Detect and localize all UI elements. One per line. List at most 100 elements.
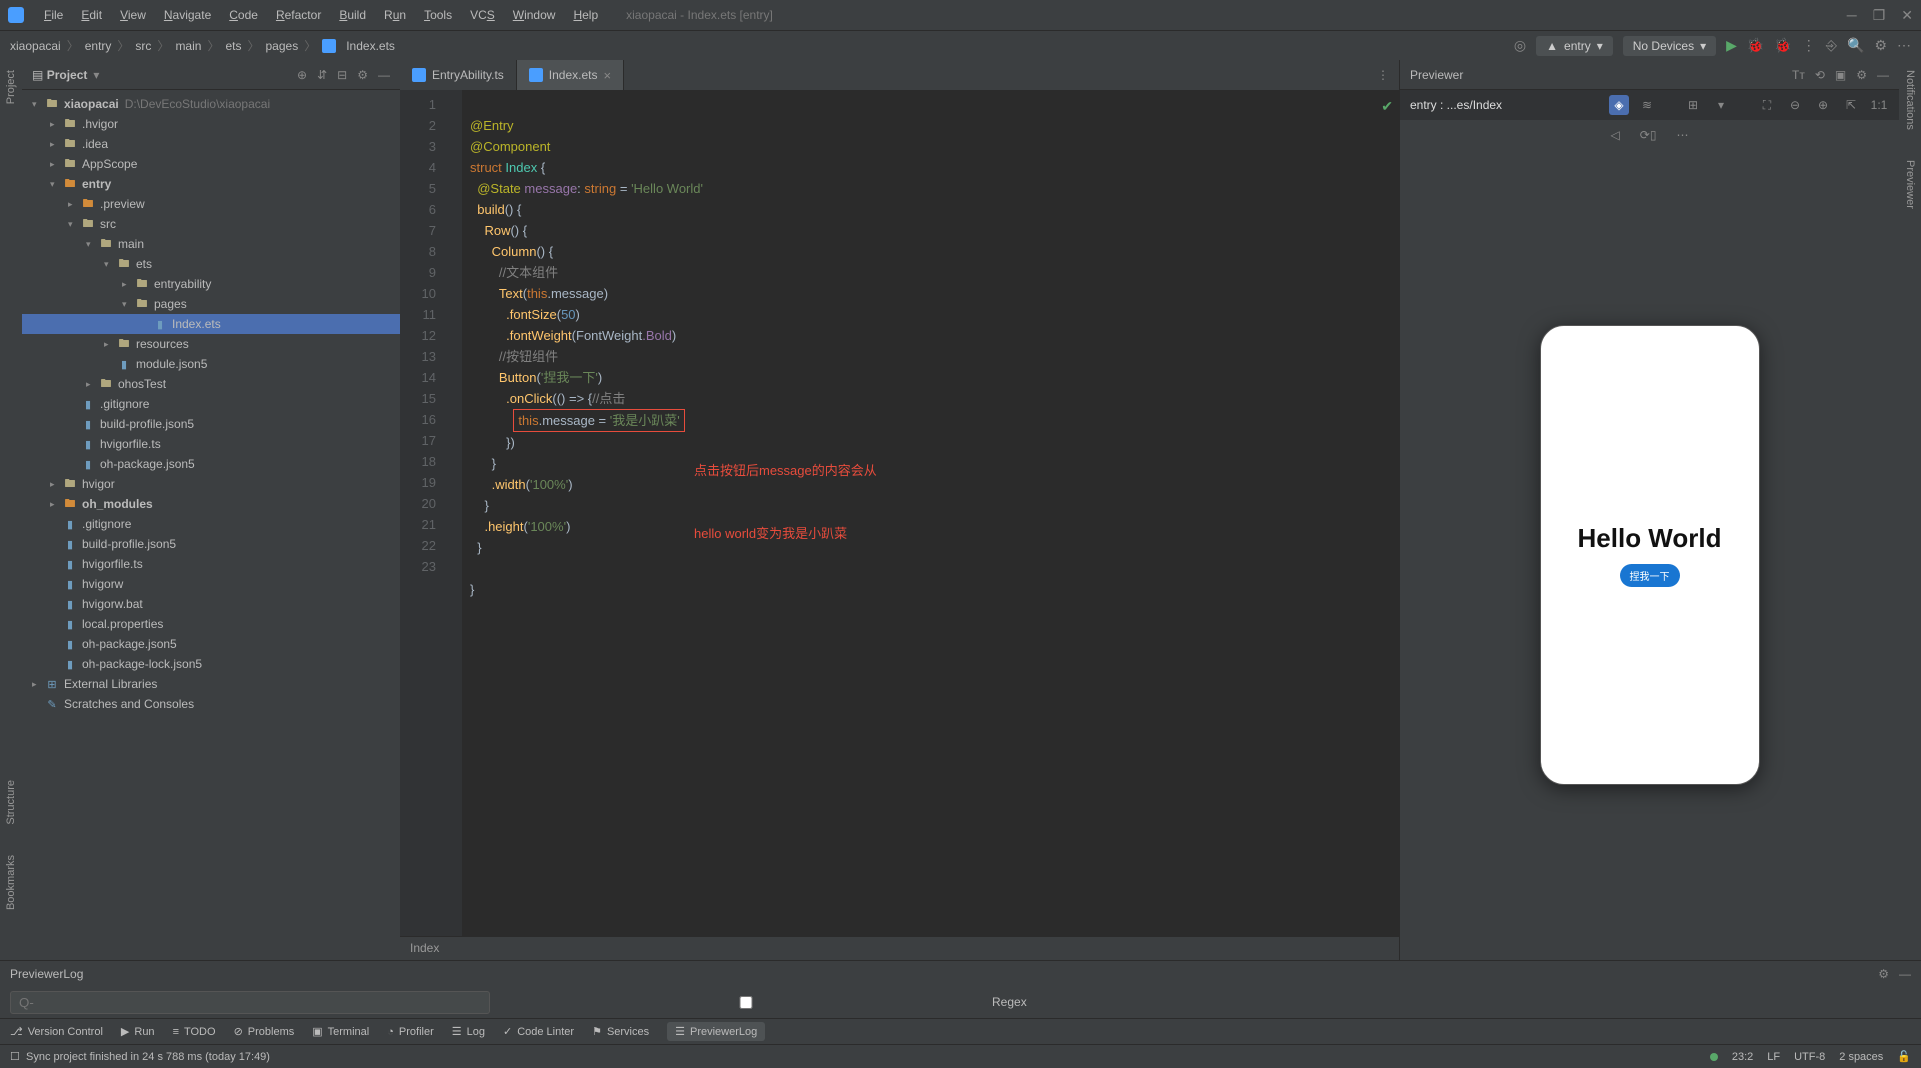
inspector-icon[interactable]: ◈ — [1609, 95, 1629, 115]
prev-icon[interactable]: ◁ — [1611, 128, 1620, 142]
menu-tools[interactable]: Tools — [416, 4, 460, 26]
right-strip-previewer[interactable]: Previewer — [1904, 160, 1916, 209]
tree-row[interactable]: ▸🖿resources — [22, 334, 400, 354]
run-icon[interactable]: ▶ — [1726, 37, 1737, 54]
menu-code[interactable]: Code — [221, 4, 266, 26]
status-lf[interactable]: LF — [1767, 1051, 1780, 1063]
tabs-more-icon[interactable]: ⋮ — [1367, 60, 1399, 90]
hide-icon[interactable]: — — [1899, 967, 1911, 981]
actual-icon[interactable]: 1:1 — [1869, 95, 1889, 115]
bb-problems[interactable]: ⊘ Problems — [234, 1025, 295, 1038]
menu-build[interactable]: Build — [331, 4, 374, 26]
tree-row[interactable]: ▸🖿.preview — [22, 194, 400, 214]
bb-profiler[interactable]: ◔ Profiler — [387, 1026, 434, 1038]
menu-navigate[interactable]: Navigate — [156, 4, 219, 26]
collapse-icon[interactable]: ⊟ — [337, 68, 347, 82]
tree-row[interactable]: ▸🖿AppScope — [22, 154, 400, 174]
bb-vcs[interactable]: ⎇ Version Control — [10, 1025, 103, 1038]
run-config-dropdown[interactable]: ▲ entry ▾ — [1536, 36, 1613, 56]
layers-icon[interactable]: ≋ — [1637, 95, 1657, 115]
bb-codelinter[interactable]: ✓ Code Linter — [503, 1025, 574, 1038]
tree-row[interactable]: ▮module.json5 — [22, 354, 400, 374]
select-opened-icon[interactable]: ⊕ — [297, 68, 307, 82]
crumb[interactable]: src — [135, 39, 151, 53]
menu-file[interactable]: File — [36, 4, 71, 26]
tree-row[interactable]: ▮local.properties — [22, 614, 400, 634]
search-icon[interactable]: 🔍 — [1847, 37, 1864, 54]
device-dropdown[interactable]: No Devices ▾ — [1623, 36, 1716, 56]
crumb[interactable]: ets — [225, 39, 241, 53]
menu-view[interactable]: View — [112, 4, 154, 26]
tree-row[interactable]: ▸🖿ohosTest — [22, 374, 400, 394]
more-icon[interactable]: ⋯ — [1897, 37, 1911, 54]
bb-previewerlog[interactable]: ☰ PreviewerLog — [667, 1022, 765, 1041]
update-icon[interactable]: ⎆ — [1826, 37, 1837, 54]
bb-run[interactable]: ▶ Run — [121, 1025, 155, 1038]
tab-entryability[interactable]: EntryAbility.ts — [400, 60, 517, 90]
grid-icon[interactable]: ⊞ — [1683, 95, 1703, 115]
crumb[interactable]: Index.ets — [346, 39, 395, 53]
code-content[interactable]: @Entry @Component struct Index { @State … — [462, 90, 1399, 936]
menu-refactor[interactable]: Refactor — [268, 4, 329, 26]
tree-row[interactable]: ▮.gitignore — [22, 394, 400, 414]
menu-vcs[interactable]: VCS — [462, 4, 503, 26]
tree-row[interactable]: ▸🖿oh_modules — [22, 494, 400, 514]
device-icon[interactable]: ▣ — [1835, 68, 1846, 82]
settings-icon[interactable]: ⚙ — [1874, 37, 1887, 54]
minimize-icon[interactable]: ─ — [1847, 7, 1857, 24]
bb-services[interactable]: ⚑ Services — [592, 1025, 649, 1038]
menu-window[interactable]: Window — [505, 4, 564, 26]
tree-row[interactable]: ✎Scratches and Consoles — [22, 694, 400, 714]
tree-row[interactable]: ▮oh-package.json5 — [22, 454, 400, 474]
tree-row[interactable]: ▮.gitignore — [22, 514, 400, 534]
font-icon[interactable]: Tт — [1792, 68, 1805, 82]
tree-row[interactable]: ▮hvigorfile.ts — [22, 554, 400, 574]
gear-icon[interactable]: ⚙ — [1856, 68, 1867, 82]
tree-row[interactable]: ▮hvigorfile.ts — [22, 434, 400, 454]
tree-row[interactable]: ▮Index.ets — [22, 314, 400, 334]
dropdown-icon[interactable]: ▾ — [1711, 95, 1731, 115]
tab-index[interactable]: Index.ets × — [517, 60, 624, 90]
expand-all-icon[interactable]: ⇵ — [317, 68, 327, 82]
tree-row[interactable]: ▸🖿.idea — [22, 134, 400, 154]
tree-row[interactable]: ▾🖿entry — [22, 174, 400, 194]
tree-row[interactable]: ▸⊞External Libraries — [22, 674, 400, 694]
left-strip-structure[interactable]: Structure — [5, 780, 17, 825]
project-tree[interactable]: ▾🖿xiaopacaiD:\DevEcoStudio\xiaopacai▸🖿.h… — [22, 90, 400, 960]
debug-icon[interactable]: 🐞 — [1747, 37, 1764, 54]
tree-row[interactable]: ▾🖿src — [22, 214, 400, 234]
menu-run[interactable]: Run — [376, 4, 414, 26]
hide-icon[interactable]: — — [378, 68, 390, 82]
tree-row[interactable]: ▸🖿hvigor — [22, 474, 400, 494]
tree-row[interactable]: ▮hvigorw — [22, 574, 400, 594]
tree-row[interactable]: ▸🖿.hvigor — [22, 114, 400, 134]
expand-icon[interactable]: ⇱ — [1841, 95, 1861, 115]
tree-row[interactable]: ▮oh-package-lock.json5 — [22, 654, 400, 674]
editor-breadcrumb[interactable]: Index — [400, 936, 1399, 960]
close-icon[interactable]: ✕ — [1901, 7, 1913, 24]
preview-button[interactable]: 捏我一下 — [1620, 564, 1680, 587]
refresh-icon[interactable]: ⟲ — [1815, 68, 1825, 82]
crumb[interactable]: entry — [85, 39, 112, 53]
status-pos[interactable]: 23:2 — [1732, 1051, 1753, 1063]
regex-checkbox[interactable]: Regex — [506, 995, 1027, 1009]
tree-row[interactable]: ▸🖿entryability — [22, 274, 400, 294]
left-strip-project[interactable]: Project — [5, 70, 17, 104]
fit-icon[interactable]: ⛶ — [1757, 95, 1777, 115]
crumb[interactable]: pages — [266, 39, 299, 53]
rotate-icon[interactable]: ⟳▯ — [1640, 128, 1657, 142]
log-search-input[interactable] — [10, 991, 490, 1014]
close-tab-icon[interactable]: × — [604, 68, 612, 83]
left-strip-bookmarks[interactable]: Bookmarks — [5, 855, 17, 910]
tree-row[interactable]: ▮build-profile.json5 — [22, 414, 400, 434]
tree-row[interactable]: ▾🖿ets — [22, 254, 400, 274]
zoom-in-icon[interactable]: ⊕ — [1813, 95, 1833, 115]
tree-row[interactable]: ▾🖿main — [22, 234, 400, 254]
tree-row[interactable]: ▾🖿xiaopacaiD:\DevEcoStudio\xiaopacai — [22, 94, 400, 114]
tree-row[interactable]: ▮hvigorw.bat — [22, 594, 400, 614]
settings-icon[interactable]: ⚙ — [357, 68, 368, 82]
gear-icon[interactable]: ⚙ — [1878, 967, 1889, 981]
status-icon[interactable]: ☐ — [10, 1050, 20, 1063]
hide-icon[interactable]: — — [1877, 68, 1889, 82]
stop-icon[interactable]: ⋮ — [1802, 37, 1816, 54]
